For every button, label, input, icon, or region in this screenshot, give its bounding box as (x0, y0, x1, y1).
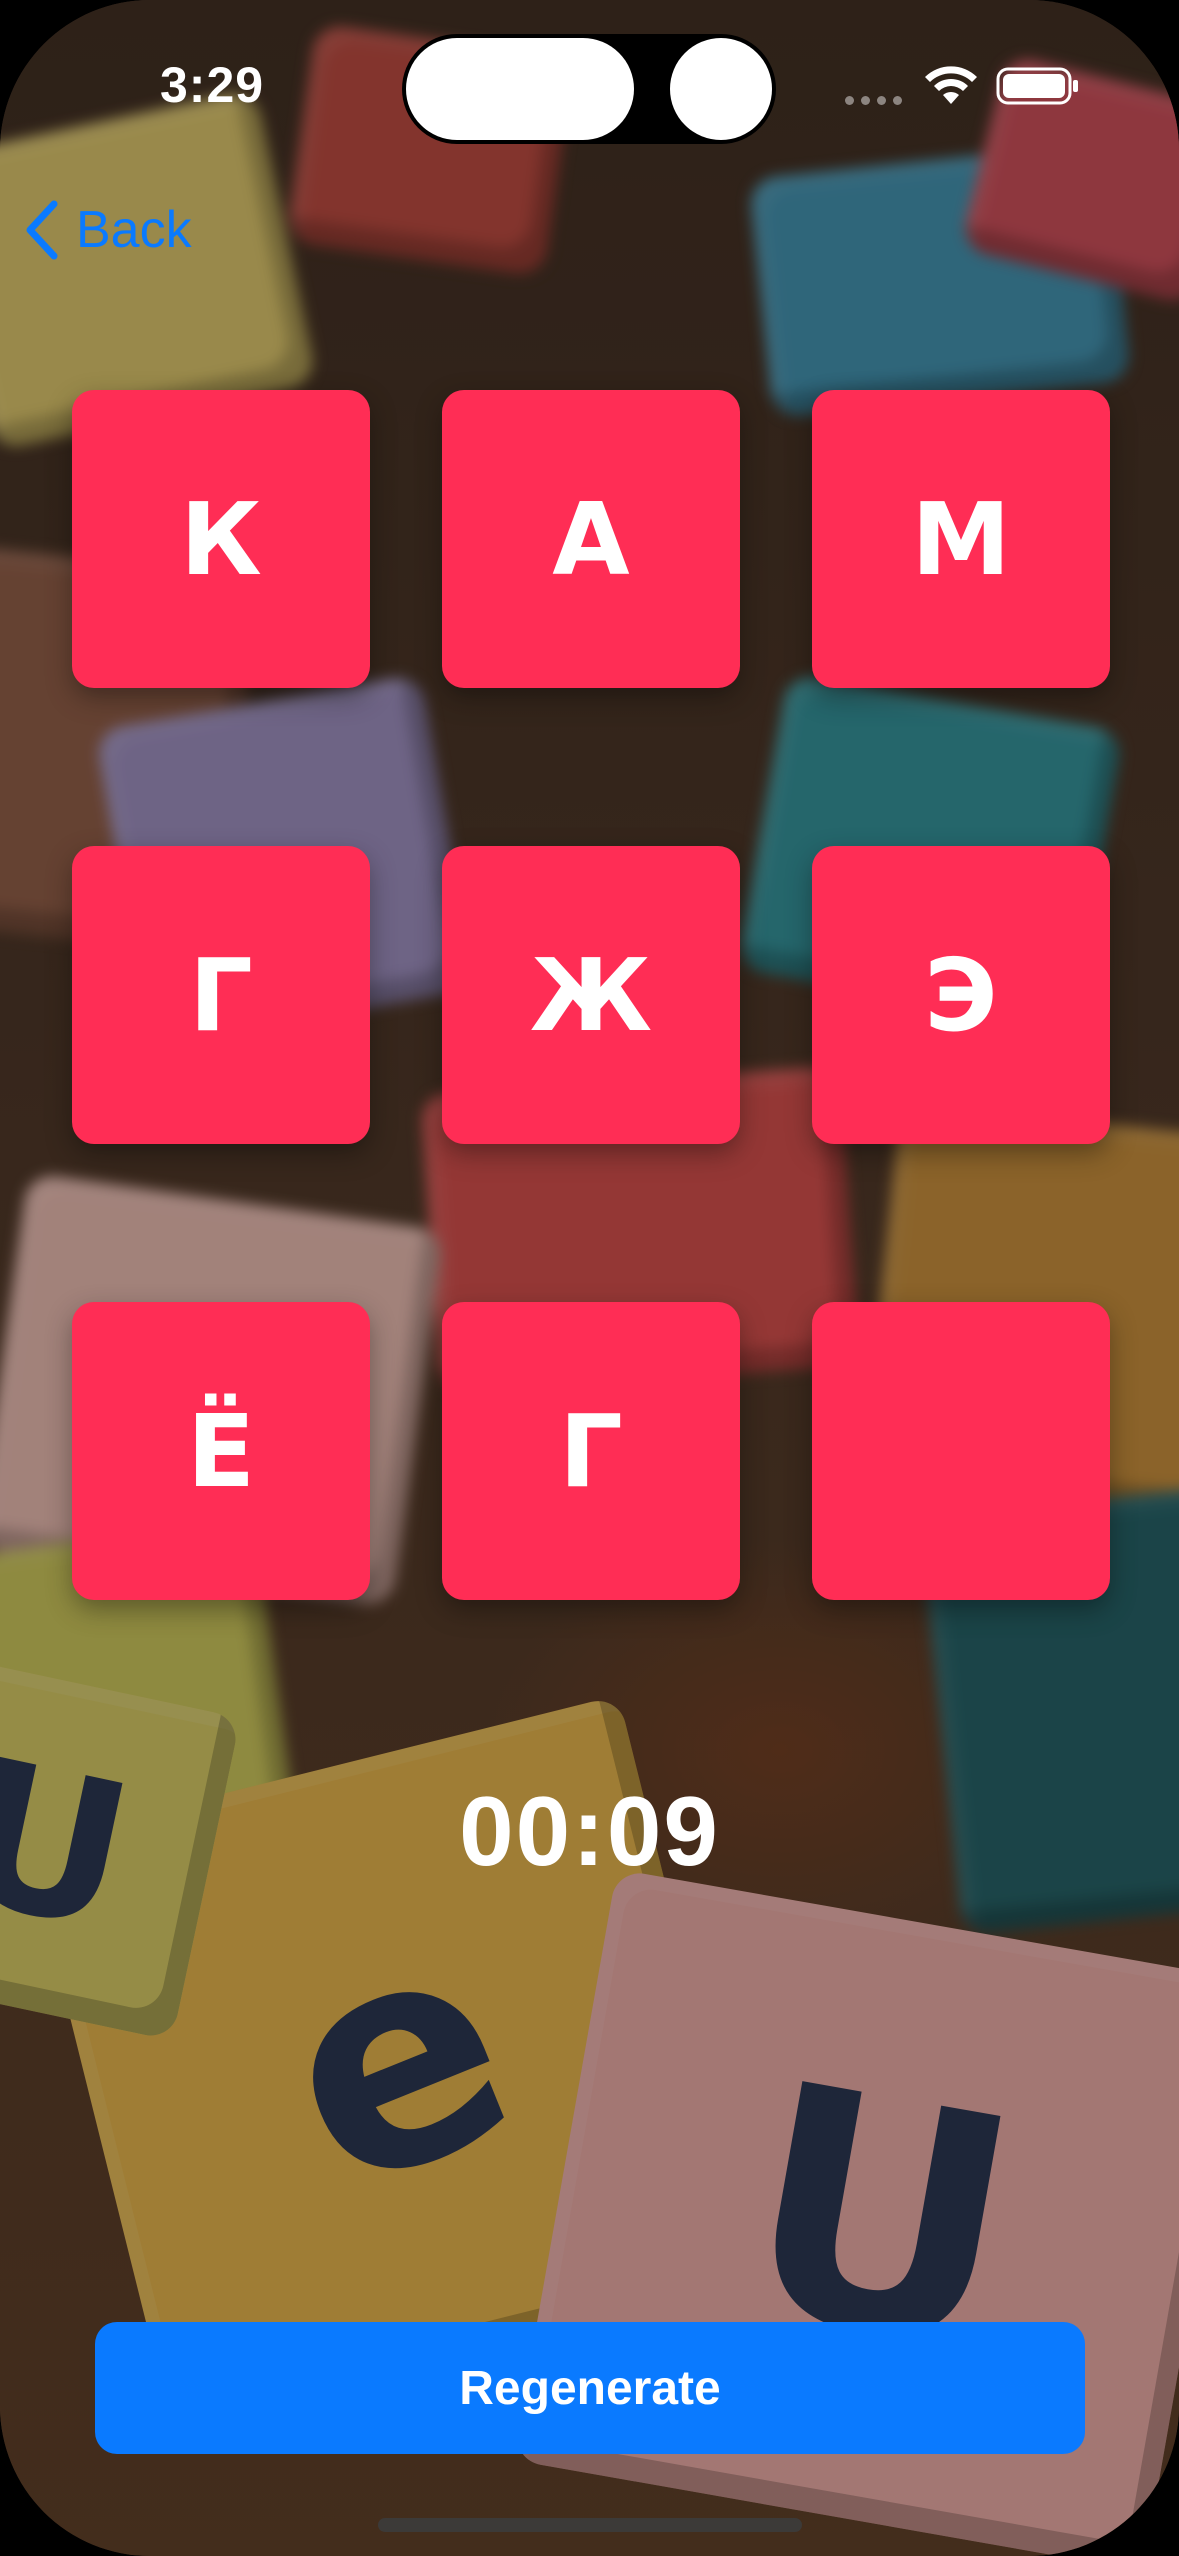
letter-tile-empty[interactable] (812, 1302, 1110, 1600)
letter-tile[interactable]: Ё (72, 1302, 370, 1600)
island-pill-right (670, 38, 772, 140)
timer-display: 00:09 (459, 1776, 720, 1886)
wifi-icon (925, 66, 977, 104)
status-time: 3:29 (160, 57, 265, 113)
battery-icon (996, 67, 1078, 105)
back-label: Back (76, 201, 192, 259)
chevron-left-icon (26, 200, 58, 260)
letter-tile[interactable]: К (72, 390, 370, 688)
signal-dots-icon (845, 96, 902, 105)
letter-tile[interactable]: М (812, 390, 1110, 688)
letter-tile[interactable]: Г (72, 846, 370, 1144)
back-button[interactable]: Back (22, 190, 192, 270)
island-pill-left (406, 38, 634, 140)
letter-tile[interactable]: А (442, 390, 740, 688)
letter-tile[interactable]: Ж (442, 846, 740, 1144)
phone-screen: e U U 3:29 Back К А М Г Ж Э Ё Г 00:09 Re… (0, 0, 1179, 2556)
dynamic-island (402, 34, 776, 144)
letter-grid: К А М Г Ж Э Ё Г (72, 390, 1110, 1600)
letter-tile[interactable]: Г (442, 1302, 740, 1600)
regenerate-button[interactable]: Regenerate (95, 2322, 1085, 2454)
home-indicator (378, 2518, 802, 2532)
status-bar: 3:29 (0, 0, 1179, 170)
letter-tile[interactable]: Э (812, 846, 1110, 1144)
